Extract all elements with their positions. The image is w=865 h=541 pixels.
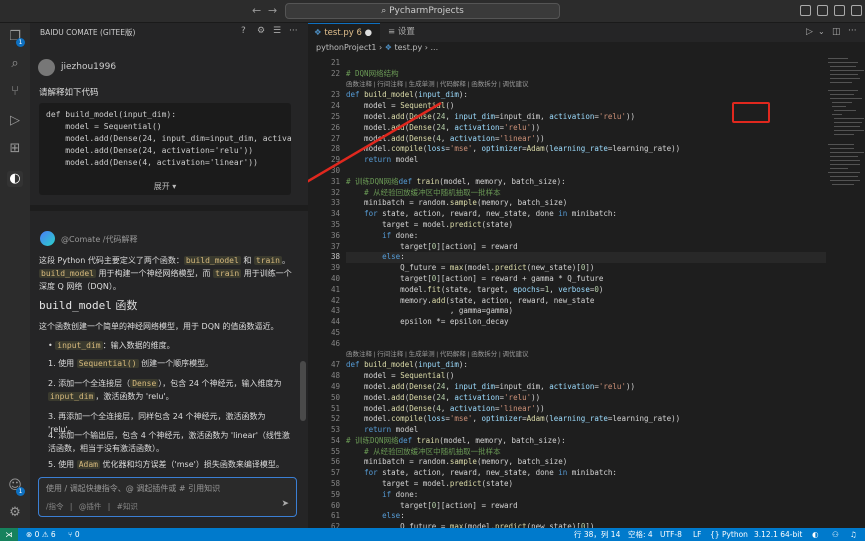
answer-step-1: 1. 使用 Sequential() 创建一个顺序模型。 [48, 359, 214, 368]
help-icon[interactable]: ? [241, 26, 246, 36]
chat-input-hints: /指令 | @插件 | #知识 [46, 502, 138, 511]
toggle-secondary-sidebar-icon[interactable] [834, 5, 845, 16]
title-bar: ← → ⌕ PycharmProjects [0, 0, 865, 23]
inline-code: train [253, 256, 282, 265]
run-debug-icon[interactable]: ▷ [7, 113, 23, 129]
answer-step-5: 5. 使用 Adam 优化器和均方误差（'mse'）损失函数来编译模型。 [48, 460, 284, 469]
code-snippet-text: def build_model(input_dim): model = Sequ… [46, 110, 291, 167]
answer-text: 添加一个全连接层（ [58, 379, 131, 388]
chat-input[interactable]: 使用 / 调起快捷指令、@ 调起插件或 # 引用知识 /指令 | @插件 | #… [38, 477, 297, 517]
language-mode[interactable]: {} Python [710, 528, 748, 541]
notifications-icon[interactable]: ♫ [850, 528, 857, 541]
answer-text: ），包含 24 个神经元，输入维度为 [158, 379, 282, 388]
sidebar-title: BAIDU COMATE (GITEE版) [40, 28, 136, 37]
source-control-icon[interactable]: ⑂ [7, 84, 23, 100]
message-divider [30, 205, 308, 211]
settings-icon[interactable]: ⚙ [257, 26, 265, 36]
chat-scrollbar[interactable] [300, 361, 306, 421]
inline-code: Adam [76, 460, 100, 469]
answer-text: 使用 [58, 460, 77, 469]
answer-text: ，激活函数为 'relu'。 [95, 392, 174, 401]
search-icon[interactable]: ⌕ [7, 56, 23, 72]
answer-paragraph-1: 这段 Python 代码主要定义了两个函数： build_model 和 trai… [39, 254, 293, 293]
back-arrow-icon[interactable]: ← [252, 4, 261, 17]
problems-indicator[interactable]: ⊗ 0 ⚠ 6 [26, 528, 56, 541]
settings-gear-icon[interactable]: ⚙ [7, 505, 23, 521]
answer-text: 和 [240, 256, 254, 265]
more-icon[interactable]: ··· [289, 26, 298, 36]
answer-text: ：输入数据的维度。 [102, 341, 175, 350]
encoding[interactable]: UTF-8 [660, 528, 682, 541]
account-badge: 1 [16, 487, 25, 496]
toggle-sidebar-icon[interactable] [800, 5, 811, 16]
answer-text: 添加一个输出层，包含 4 个神经元，激活函数为 'linear'（线性激活函数，… [48, 431, 290, 453]
comate-icon[interactable]: ◐ [7, 171, 23, 187]
inline-code: input_dim [48, 392, 96, 401]
remote-indicator[interactable]: ⋊ [0, 528, 18, 541]
inline-code: build_model [183, 256, 241, 265]
inline-code: build_model [39, 269, 96, 278]
inline-code: Dense [130, 379, 159, 388]
command-search-box[interactable]: ⌕ PycharmProjects [285, 3, 560, 19]
avatar [38, 59, 55, 76]
answer-text: 使用 [58, 359, 77, 368]
answer-paragraph-3: 这个函数创建一个简单的神经网络模型，用于 DQN 的值函数逼近。 [39, 322, 279, 331]
answer-text: 。 [282, 256, 290, 265]
bot-header: @Comate /代码解释 [61, 234, 137, 245]
ports-indicator[interactable]: ⑂ 0 [68, 528, 80, 541]
status-bar: ⋊ ⊗ 0 ⚠ 6 ⑂ 0 行 38，列 14 空格: 4 UTF-8 LF {… [0, 528, 865, 541]
answer-bullet: • input_dim ：输入数据的维度。 [48, 341, 175, 350]
answer-step-2: 2. 添加一个全连接层（ Dense ），包含 24 个神经元，输入维度为 inpu… [48, 379, 282, 401]
chat-input-placeholder: 使用 / 调起快捷指令、@ 调起插件或 # 引用知识 [46, 484, 221, 493]
forward-arrow-icon[interactable]: → [268, 4, 277, 17]
chat-panel: jiezhou1996 请解释如下代码 def build_model(inpu… [30, 41, 308, 471]
comate-sidebar: BAIDU COMATE (GITEE版) ? ⚙ ☰ ··· jiezhou1… [30, 23, 308, 528]
history-icon[interactable]: ☰ [273, 26, 281, 36]
search-text: PycharmProjects [389, 6, 464, 16]
code-snippet: def build_model(input_dim): model = Sequ… [39, 103, 291, 195]
heading-text: 函数 [111, 299, 138, 312]
answer-text: 创建一个顺序模型。 [138, 359, 214, 368]
activity-bar: ❐ 1 ⌕ ⑂ ▷ ⊞ ◐ ☺ 1 ⚙ [0, 23, 30, 528]
comate-status-icon[interactable]: ◐ [812, 528, 819, 541]
inline-code: train [213, 269, 242, 278]
answer-step-4: 4. 添加一个输出层，包含 4 个神经元，激活函数为 'linear'（线性激活… [48, 431, 290, 453]
answer-text: 优化器和均方误差（'mse'）损失函数来编译模型。 [100, 460, 284, 469]
answer-text: 这段 Python 代码主要定义了两个函数： [39, 256, 184, 265]
python-interpreter[interactable]: 3.12.1 64-bit [754, 528, 802, 541]
language-label: Python [721, 530, 748, 539]
indentation[interactable]: 空格: 4 [628, 528, 653, 541]
user-question: 请解释如下代码 [39, 88, 99, 98]
python-language-icon: {} [710, 530, 722, 539]
answer-heading: build_model 函数 [39, 299, 293, 313]
comate-logo-icon [40, 231, 55, 246]
cursor-position[interactable]: 行 38，列 14 [574, 528, 620, 541]
annotation-arrow [308, 101, 442, 183]
username: jiezhou1996 [61, 62, 117, 72]
customize-layout-icon[interactable] [851, 5, 862, 16]
expand-button[interactable]: 展开 ▾ [39, 181, 291, 192]
explorer-badge: 1 [16, 38, 25, 47]
send-icon[interactable]: ➤ [281, 499, 289, 509]
copilot-icon[interactable]: ⚇ [832, 528, 839, 541]
bot-command: /代码解释 [102, 235, 138, 244]
answer-text: 用于构建一个神经网络模型，而 [95, 269, 214, 278]
bot-name: @Comate [61, 235, 101, 244]
line-ending[interactable]: LF [693, 528, 702, 541]
sidebar-header: BAIDU COMATE (GITEE版) ? ⚙ ☰ ··· [30, 23, 308, 41]
inline-code: Sequential() [76, 359, 139, 368]
editor-area: ❖ test.py 6 ● ≡ 设置 ▷ ⌄ ◫ ··· pythonProje… [308, 23, 865, 531]
inline-code: input_dim [55, 341, 103, 350]
toggle-panel-icon[interactable] [817, 5, 828, 16]
search-icon: ⌕ [381, 6, 390, 16]
extensions-icon[interactable]: ⊞ [7, 141, 23, 157]
heading-code: build_model [39, 299, 112, 312]
